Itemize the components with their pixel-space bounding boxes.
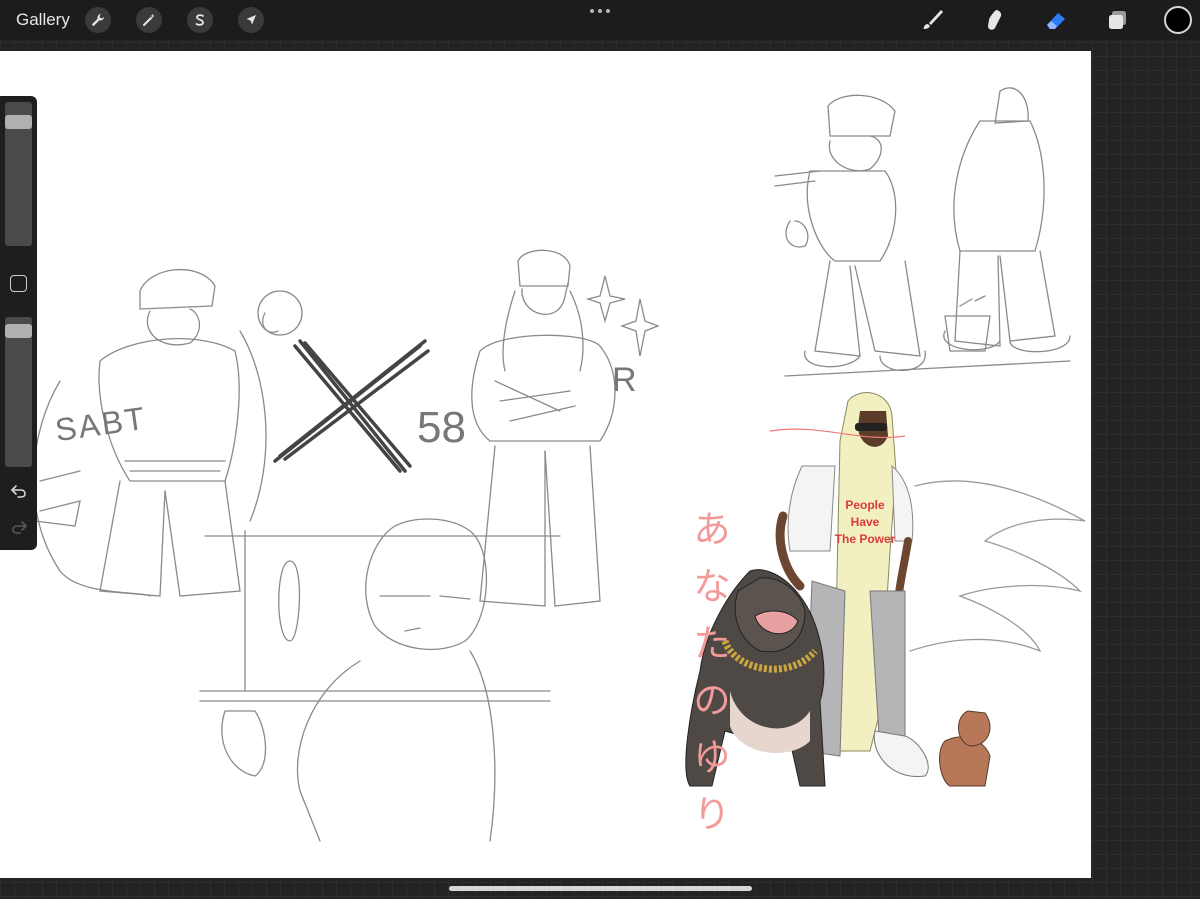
sketch-artwork xyxy=(32,87,1086,842)
smudge-tool-button[interactable] xyxy=(979,5,1009,35)
brush-size-thumb[interactable] xyxy=(5,115,32,129)
arrow-cursor-icon xyxy=(246,15,256,25)
home-indicator[interactable] xyxy=(449,886,752,891)
brush-tool-button[interactable] xyxy=(917,5,947,35)
modify-button[interactable] xyxy=(10,275,27,292)
undo-button[interactable] xyxy=(8,481,30,501)
more-options-icon[interactable] xyxy=(588,4,612,18)
japanese-char: の xyxy=(693,679,731,722)
opacity-slider[interactable] xyxy=(5,317,32,467)
eraser-tool-button[interactable] xyxy=(1041,5,1071,35)
undo-icon xyxy=(11,485,26,498)
layers-button[interactable] xyxy=(1102,5,1132,35)
redo-icon xyxy=(12,521,27,534)
gallery-button[interactable]: Gallery xyxy=(16,10,70,30)
eraser-icon xyxy=(1047,13,1065,29)
opacity-thumb[interactable] xyxy=(5,324,32,338)
sketch-numbers: 58 xyxy=(417,403,466,452)
color-picker-button[interactable] xyxy=(1164,6,1192,34)
layers-icon xyxy=(1109,11,1126,29)
japanese-vertical-text: あ な た の ゆ り xyxy=(690,501,734,843)
actions-button[interactable] xyxy=(85,7,111,33)
sketch-letters-right: R xyxy=(612,361,637,399)
magic-wand-icon xyxy=(143,13,155,26)
wrench-icon xyxy=(92,14,104,26)
selection-button[interactable] xyxy=(187,7,213,33)
shirt-print: People Have The Power xyxy=(820,497,910,548)
redo-button[interactable] xyxy=(8,517,30,537)
brush-size-slider[interactable] xyxy=(5,102,32,246)
selection-s-icon xyxy=(195,14,204,26)
transform-button[interactable] xyxy=(238,7,264,33)
japanese-char: な xyxy=(693,565,731,608)
drawing-canvas[interactable]: 58 SABT R あ な た の ゆ り People Have The Po… xyxy=(0,51,1091,878)
adjustments-button[interactable] xyxy=(136,7,162,33)
shirt-line: Have xyxy=(850,515,880,529)
brush-icon xyxy=(923,10,943,29)
smudge-icon xyxy=(988,10,1002,30)
japanese-char: り xyxy=(693,793,731,836)
japanese-char: あ xyxy=(693,508,731,551)
japanese-char: た xyxy=(693,622,731,665)
left-sidebar xyxy=(0,96,37,550)
japanese-char: ゆ xyxy=(693,736,731,779)
shirt-line: People xyxy=(845,498,885,512)
shirt-line: The Power xyxy=(834,532,896,546)
top-toolbar: Gallery xyxy=(0,0,1200,40)
